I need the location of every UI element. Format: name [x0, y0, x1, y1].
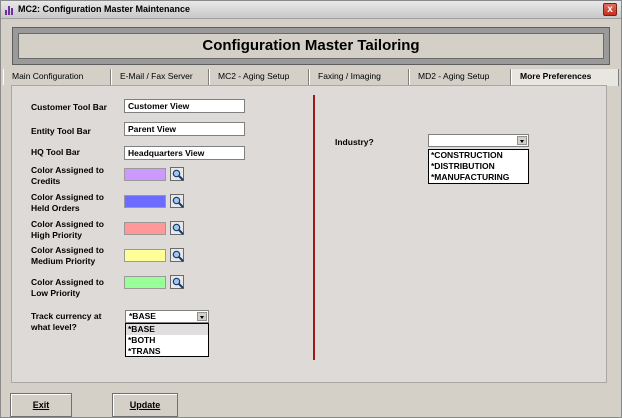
- page-title: Configuration Master Tailoring: [18, 33, 604, 59]
- high-priority-color-swatch: [124, 222, 166, 235]
- bar-chart-icon: [4, 4, 15, 15]
- tab-email-fax-server[interactable]: E-Mail / Fax Server: [111, 69, 209, 85]
- chevron-down-icon[interactable]: [197, 312, 207, 321]
- industry-options: *CONSTRUCTION *DISTRIBUTION *MANUFACTURI…: [428, 149, 529, 184]
- currency-option-base[interactable]: *BASE: [126, 324, 208, 335]
- entity-toolbar-label: Entity Tool Bar: [31, 126, 91, 136]
- magnifier-icon[interactable]: [170, 167, 184, 181]
- magnifier-icon[interactable]: [170, 221, 184, 235]
- industry-option-manufacturing[interactable]: *MANUFACTURING: [429, 172, 528, 183]
- high-priority-color-label: Color Assigned to High Priority: [31, 219, 104, 240]
- industry-select[interactable]: [428, 134, 529, 147]
- main-window: MC2: Configuration Master Maintenance x …: [0, 0, 622, 418]
- currency-level-options: *BASE *BOTH *TRANS: [125, 323, 209, 357]
- medium-priority-color-label: Color Assigned to Medium Priority: [31, 245, 104, 266]
- exit-button[interactable]: Exit: [10, 393, 72, 417]
- hq-toolbar-input[interactable]: Headquarters View: [124, 146, 245, 160]
- industry-label: Industry?: [335, 137, 374, 147]
- tab-strip: Main Configuration E-Mail / Fax Server M…: [1, 69, 621, 86]
- currency-option-trans[interactable]: *TRANS: [126, 346, 208, 357]
- tab-faxing-imaging[interactable]: Faxing / Imaging: [309, 69, 409, 85]
- magnifier-icon[interactable]: [170, 248, 184, 262]
- tab-md2-aging-setup[interactable]: MD2 - Aging Setup: [409, 69, 511, 85]
- currency-level-value: *BASE: [129, 311, 156, 321]
- magnifier-icon[interactable]: [170, 194, 184, 208]
- section-divider: [313, 95, 315, 360]
- credits-color-label: Color Assigned to Credits: [31, 165, 104, 186]
- tab-main-configuration[interactable]: Main Configuration: [3, 69, 111, 85]
- low-priority-color-swatch: [124, 276, 166, 289]
- close-button[interactable]: x: [603, 3, 617, 16]
- window-title: MC2: Configuration Master Maintenance: [18, 4, 191, 14]
- held-orders-color-swatch: [124, 195, 166, 208]
- title-bar: MC2: Configuration Master Maintenance x: [1, 1, 621, 19]
- chevron-down-icon[interactable]: [517, 136, 527, 145]
- industry-option-construction[interactable]: *CONSTRUCTION: [429, 150, 528, 161]
- banner: Configuration Master Tailoring: [12, 27, 610, 65]
- tab-more-preferences[interactable]: More Preferences: [511, 69, 619, 86]
- credits-color-swatch: [124, 168, 166, 181]
- currency-option-both[interactable]: *BOTH: [126, 335, 208, 346]
- low-priority-color-label: Color Assigned to Low Priority: [31, 277, 104, 298]
- tab-mc2-aging-setup[interactable]: MC2 - Aging Setup: [209, 69, 309, 85]
- medium-priority-color-swatch: [124, 249, 166, 262]
- industry-option-distribution[interactable]: *DISTRIBUTION: [429, 161, 528, 172]
- held-orders-color-label: Color Assigned to Held Orders: [31, 192, 104, 213]
- magnifier-icon[interactable]: [170, 275, 184, 289]
- entity-toolbar-input[interactable]: Parent View: [124, 122, 245, 136]
- customer-toolbar-input[interactable]: Customer View: [124, 99, 245, 113]
- currency-level-select[interactable]: *BASE: [125, 310, 209, 323]
- update-button[interactable]: Update: [112, 393, 178, 417]
- hq-toolbar-label: HQ Tool Bar: [31, 147, 80, 157]
- customer-toolbar-label: Customer Tool Bar: [31, 102, 107, 112]
- currency-level-label: Track currency at what level?: [31, 311, 102, 332]
